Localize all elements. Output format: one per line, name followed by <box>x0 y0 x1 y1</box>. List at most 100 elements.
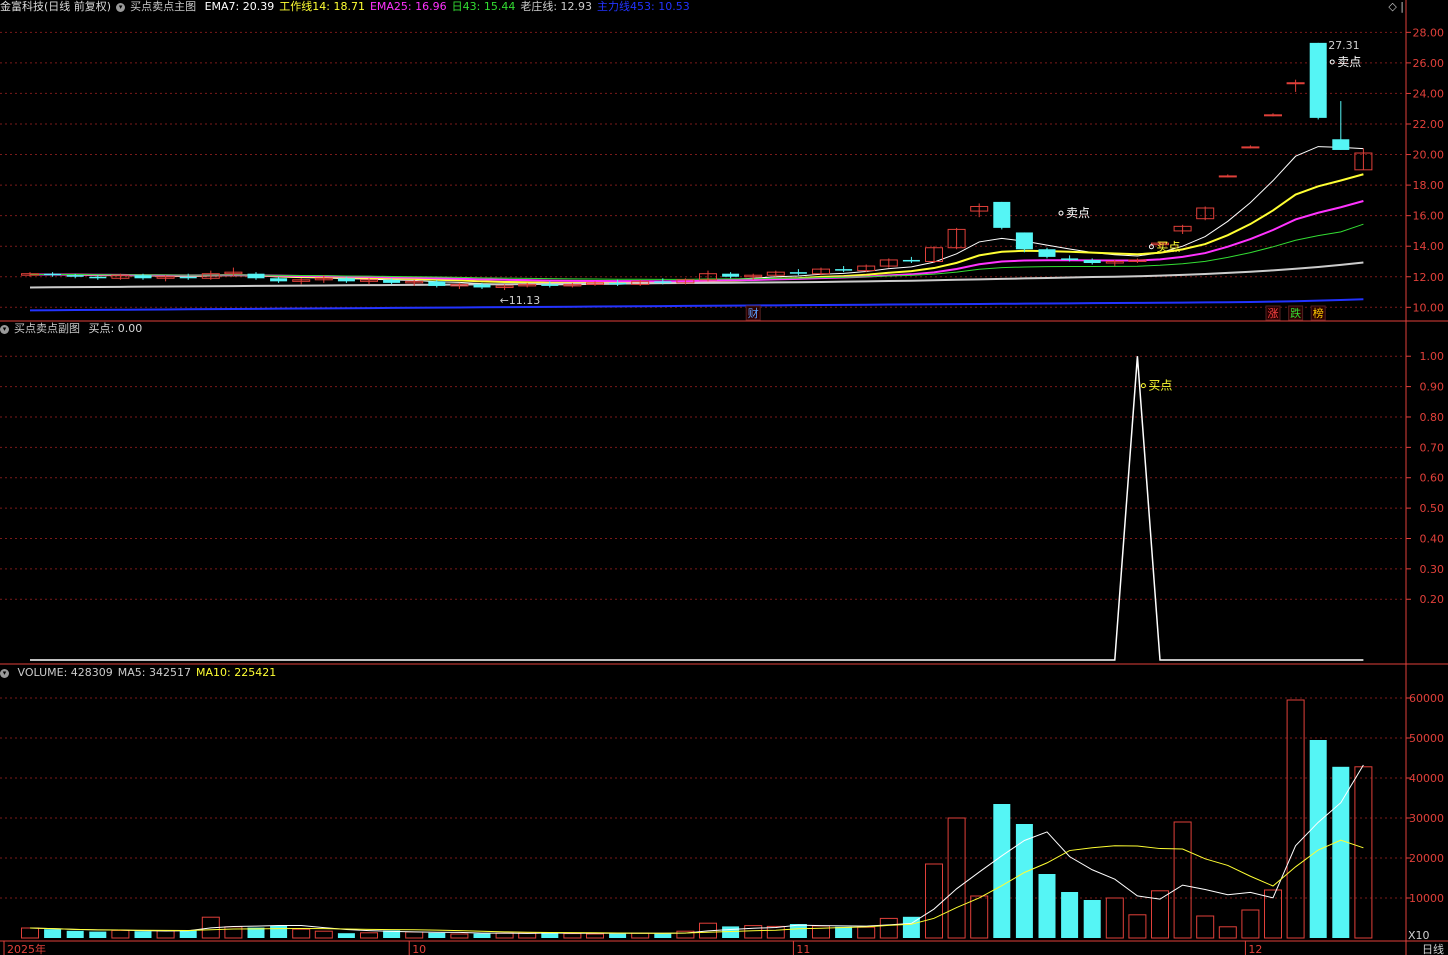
candle-body <box>654 281 672 283</box>
volume-bar <box>1128 914 1147 939</box>
volume-tick-label: 40000 <box>1409 772 1444 785</box>
x-axis-label: 12 <box>1248 943 1262 955</box>
price-tick-label: 20.00 <box>1413 149 1445 162</box>
ma-line-工作线14 <box>30 173 1364 285</box>
volume-bar <box>925 863 943 939</box>
volume-bar <box>744 925 763 939</box>
event-tag: 跌 <box>1290 306 1301 320</box>
price-tick-label: 24.00 <box>1413 87 1445 100</box>
volume-ma10-line <box>29 839 1364 934</box>
volume-bar <box>857 926 876 939</box>
volume-bar <box>1309 740 1327 938</box>
candle-body <box>789 272 807 274</box>
sub-signal-label: 买点 <box>1148 379 1172 393</box>
volume-bar <box>947 817 966 939</box>
volume-tick-label: 50000 <box>1409 732 1444 745</box>
event-tag: 榜 <box>1313 306 1324 320</box>
x-axis-label: 11 <box>796 943 810 955</box>
volume-bar <box>1015 824 1033 938</box>
candle-body <box>609 282 627 285</box>
volume-bar <box>1218 926 1237 939</box>
sub-tick-label: 0.50 <box>1420 502 1445 515</box>
x-axis-label: 10 <box>412 943 426 955</box>
candle-body <box>270 278 288 282</box>
volume-bar <box>224 926 243 939</box>
price-tick-label: 18.00 <box>1413 179 1445 192</box>
price-tick-label: 16.00 <box>1413 210 1445 223</box>
candle-body <box>1061 258 1079 260</box>
volume-tick-label: 20000 <box>1409 852 1444 865</box>
candle-body <box>1264 114 1282 117</box>
sub-tick-label: 0.80 <box>1420 411 1445 424</box>
volume-bar <box>1196 915 1215 939</box>
signal-dot-icon <box>1148 244 1154 250</box>
volume-bar <box>495 932 514 939</box>
volume-bar <box>44 929 62 938</box>
signal-label: 买点 <box>1156 240 1180 254</box>
candle-body <box>134 275 152 279</box>
volume-bar <box>722 926 740 938</box>
sub-tick-label: 0.90 <box>1420 381 1445 394</box>
volume-ma5-line <box>29 764 1364 934</box>
volume-bar <box>1083 900 1101 938</box>
volume-bar <box>835 926 853 938</box>
volume-bar <box>428 932 446 938</box>
signal-dot-icon <box>1058 210 1064 216</box>
event-tag: 涨 <box>1268 307 1279 320</box>
volume-bar <box>134 931 152 938</box>
candle-body <box>722 273 740 277</box>
price-tick-label: 26.00 <box>1413 57 1445 70</box>
candle-body <box>1218 175 1237 178</box>
candle-body <box>247 273 265 279</box>
signal-dot-icon <box>1329 59 1335 65</box>
volume-bar <box>89 931 107 938</box>
price-tick-label: 22.00 <box>1413 118 1445 131</box>
volume-bar <box>111 929 130 939</box>
volume-bar <box>586 933 604 939</box>
volume-bar <box>879 917 898 939</box>
candle-body <box>1309 42 1327 118</box>
candle-body <box>1038 249 1056 257</box>
volume-bar <box>1038 874 1056 938</box>
volume-bar <box>450 933 469 939</box>
volume-bar <box>337 933 355 938</box>
candle-body <box>1241 146 1260 149</box>
volume-tick-label: 10000 <box>1409 892 1444 905</box>
volume-bar <box>1286 699 1305 939</box>
signal-label: 卖点 <box>1337 55 1361 69</box>
price-tick-label: 10.00 <box>1413 301 1445 314</box>
volume-bar <box>970 895 989 939</box>
volume-bar <box>1354 766 1373 939</box>
sub-tick-label: 1.00 <box>1420 350 1445 363</box>
candle-body <box>44 273 62 276</box>
price-tick-label: 14.00 <box>1413 240 1445 253</box>
volume-bar <box>609 933 627 938</box>
signal-label: 卖点 <box>1066 206 1090 220</box>
price-annotation: ←11.13 <box>500 294 541 307</box>
volume-bar <box>1105 897 1124 939</box>
price-tick-label: 28.00 <box>1413 26 1445 39</box>
volume-unit-label: X10 <box>1408 929 1430 942</box>
candle-body <box>541 284 559 286</box>
candle-body <box>428 281 446 286</box>
volume-bar <box>1173 821 1192 939</box>
price-tick-label: 12.00 <box>1413 271 1445 284</box>
ma-line-主力线453 <box>29 298 1364 312</box>
volume-tick-label: 60000 <box>1409 692 1444 705</box>
candle-body <box>66 275 84 277</box>
price-annotation: 27.31 <box>1328 39 1360 52</box>
candle-body <box>1015 232 1033 250</box>
signal-dot-icon <box>1140 383 1146 389</box>
volume-bar <box>1241 909 1260 939</box>
sub-tick-label: 0.30 <box>1420 563 1445 576</box>
volume-bar <box>156 930 175 939</box>
candle-body <box>1083 259 1101 264</box>
volume-bar <box>66 930 84 938</box>
sub-tick-label: 0.40 <box>1420 532 1445 545</box>
volume-bar <box>21 927 39 939</box>
stock-chart[interactable]: 10.00 12.00 14.00 16.00 18.00 20.00 22.00 24.00… <box>0 0 1448 955</box>
volume-bar <box>654 933 672 938</box>
volume-bar <box>405 931 424 939</box>
candle-body <box>383 279 401 283</box>
candle-body <box>179 276 197 279</box>
